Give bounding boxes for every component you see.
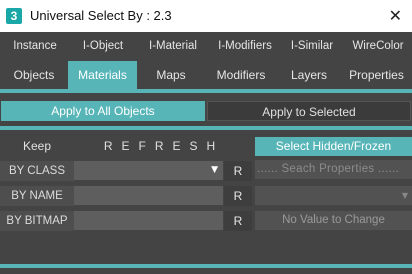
by-class-label: BY CLASS — [0, 161, 74, 181]
value-field: No Value to Change — [255, 211, 412, 230]
tab-maps[interactable]: Maps — [137, 61, 205, 89]
keep-button[interactable]: Keep — [0, 137, 74, 155]
chevron-down-icon: ▼ — [211, 165, 218, 175]
chevron-down-icon: ▼ — [401, 191, 408, 200]
property-dropdown[interactable]: ▼ — [255, 186, 412, 205]
tab-i-object[interactable]: I-Object — [70, 35, 136, 57]
tab-i-material[interactable]: I-Material — [136, 35, 210, 57]
select-hidden-frozen-button[interactable]: Select Hidden/Frozen — [255, 137, 412, 156]
by-bitmap-r-button[interactable]: R — [224, 211, 252, 231]
by-name-field[interactable] — [74, 186, 223, 205]
search-properties-input[interactable]: ...... Seach Properties ...... — [255, 160, 412, 179]
apply-selected-button[interactable]: Apply to Selected — [207, 101, 411, 121]
app-icon: 3 — [6, 8, 22, 24]
by-class-r-button[interactable]: R — [224, 161, 252, 181]
bottom-divider — [0, 264, 412, 268]
title-bar: 3 Universal Select By : 2.3 ✕ — [0, 0, 412, 32]
section-divider — [0, 126, 412, 130]
by-name-label: BY NAME — [0, 186, 74, 206]
by-bitmap-label: BY BITMAP — [0, 211, 74, 231]
by-class-dropdown[interactable]: ▼ — [74, 161, 223, 180]
tab-i-modifiers[interactable]: I-Modifiers — [210, 35, 280, 57]
tab-row-instance: Instance I-Object I-Material I-Modifiers… — [0, 35, 412, 57]
tab-properties[interactable]: Properties — [341, 61, 412, 89]
tab-wirecolor[interactable]: WireColor — [344, 35, 412, 57]
tab-modifiers[interactable]: Modifiers — [205, 61, 277, 89]
by-name-r-button[interactable]: R — [224, 186, 252, 206]
tab-layers[interactable]: Layers — [277, 61, 341, 89]
tab-underline — [0, 89, 412, 93]
tab-instance[interactable]: Instance — [0, 35, 70, 57]
window-title: Universal Select By : 2.3 — [30, 8, 172, 23]
tab-i-similar[interactable]: I-Similar — [280, 35, 344, 57]
by-bitmap-field[interactable] — [74, 211, 223, 230]
refresh-button[interactable]: REFRESH — [74, 137, 254, 155]
tab-objects[interactable]: Objects — [0, 61, 68, 89]
close-icon[interactable]: ✕ — [389, 6, 402, 26]
apply-all-objects-button[interactable]: Apply to All Objects — [1, 101, 205, 121]
